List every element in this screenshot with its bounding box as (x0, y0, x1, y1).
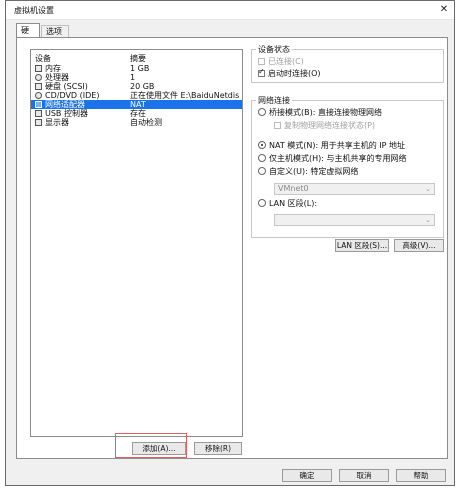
title-bar: 虚拟机设置 ✕ (6, 1, 454, 20)
vm-settings-window: 虚拟机设置 ✕ 硬件 选项 设备 摘要 内存 1 GB 处理器 1 (5, 0, 455, 486)
connected-label: 已连接(C) (268, 57, 304, 66)
device-list-header: 设备 摘要 (31, 50, 242, 64)
device-summary: 20 GB (130, 82, 155, 91)
radio-circle (258, 167, 266, 175)
device-summary: 1 GB (130, 64, 150, 73)
cancel-button[interactable]: 取消 (339, 469, 389, 482)
lan-segment-select[interactable]: ⌄ (274, 214, 435, 226)
device-row-usb[interactable]: USB 控制器 存在 (31, 109, 242, 118)
close-icon[interactable]: ✕ (438, 4, 450, 16)
hardware-panel: 设备 摘要 内存 1 GB 处理器 1 硬盘 (SCSI) 20 GB CD/D… (16, 37, 448, 459)
lan-segment-radio[interactable]: LAN 区段(L): (258, 199, 317, 209)
device-status-legend: 设备状态 (256, 44, 292, 55)
device-list[interactable]: 设备 摘要 内存 1 GB 处理器 1 硬盘 (SCSI) 20 GB CD/D… (30, 49, 243, 437)
device-name: 硬盘 (SCSI) (45, 82, 88, 91)
column-header-summary: 摘要 (130, 54, 146, 63)
device-row-processor[interactable]: 处理器 1 (31, 73, 242, 82)
tab-options[interactable]: 选项 (41, 25, 69, 37)
radio-circle (258, 154, 266, 162)
custom-network-value: VMnet0 (278, 184, 309, 193)
window-title: 虚拟机设置 (14, 6, 54, 15)
replicate-state-checkbox[interactable]: 复制物理网络连接状态(P) (274, 121, 375, 131)
device-row-display[interactable]: 显示器 自动检测 (31, 118, 242, 127)
network-adapter-icon (35, 101, 42, 108)
usb-icon (35, 110, 42, 117)
device-row-network-adapter[interactable]: 网络适配器 NAT (31, 100, 242, 109)
device-name: USB 控制器 (45, 109, 88, 118)
host-only-radio[interactable]: 仅主机模式(H): 与主机共享的专用网络 (258, 154, 407, 164)
device-name: CD/DVD (IDE) (45, 91, 100, 100)
cd-dvd-icon (35, 92, 42, 99)
device-summary: 存在 (130, 109, 146, 118)
device-name: 内存 (45, 64, 61, 73)
custom-label: 自定义(U): 特定虚拟网络 (269, 167, 359, 176)
chevron-down-icon: ⌄ (425, 216, 431, 224)
help-button[interactable]: 帮助 (396, 469, 446, 482)
device-name: 处理器 (45, 73, 69, 82)
connected-checkbox[interactable]: 已连接(C) (258, 57, 304, 67)
tab-hardware[interactable]: 硬件 (16, 23, 40, 49)
bridged-radio[interactable]: 桥接模式(B): 直接连接物理网络 (258, 108, 382, 118)
radio-circle (258, 199, 266, 207)
remove-device-button[interactable]: 移除(R) (194, 442, 242, 455)
nat-label: NAT 模式(N): 用于共享主机的 IP 地址 (269, 141, 405, 150)
hard-disk-icon (35, 83, 42, 90)
device-summary: 正在使用文件 E:\BaiduNetdiskD... (130, 91, 240, 100)
network-connection-group: 网络连接 桥接模式(B): 直接连接物理网络 复制物理网络连接状态(P) NAT… (251, 95, 444, 238)
lan-segment-label: LAN 区段(L): (269, 199, 318, 208)
memory-icon (35, 65, 42, 72)
ok-button[interactable]: 确定 (282, 469, 332, 482)
replicate-state-label: 复制物理网络连接状态(P) (284, 121, 376, 130)
highlight-box (115, 433, 187, 458)
connect-on-power-checkbox[interactable]: 启动时连接(O) (258, 67, 321, 79)
device-summary: 1 (130, 73, 136, 82)
advanced-button[interactable]: 高级(V)... (394, 239, 444, 252)
checkbox-box (258, 67, 265, 77)
device-name: 显示器 (45, 118, 69, 127)
processor-icon (35, 74, 42, 81)
device-summary: NAT (130, 100, 146, 109)
nat-radio[interactable]: NAT 模式(N): 用于共享主机的 IP 地址 (258, 141, 405, 151)
host-only-label: 仅主机模式(H): 与主机共享的专用网络 (269, 154, 407, 163)
checkbox-box (258, 58, 265, 65)
display-icon (35, 119, 42, 126)
custom-network-select[interactable]: VMnet0 ⌄ (274, 183, 435, 195)
custom-radio[interactable]: 自定义(U): 特定虚拟网络 (258, 167, 358, 177)
device-row-cd-dvd[interactable]: CD/DVD (IDE) 正在使用文件 E:\BaiduNetdiskD... (31, 91, 242, 100)
device-summary: 自动检测 (130, 118, 162, 127)
bridged-label: 桥接模式(B): 直接连接物理网络 (269, 108, 382, 117)
lan-segments-button[interactable]: LAN 区段(S)... (335, 239, 389, 252)
device-status-group: 设备状态 已连接(C) 启动时连接(O) (251, 44, 444, 83)
checkbox-box (274, 122, 281, 129)
radio-circle (258, 108, 266, 116)
column-header-device: 设备 (35, 54, 51, 63)
device-row-memory[interactable]: 内存 1 GB (31, 64, 242, 73)
radio-circle (258, 141, 266, 149)
connect-on-power-label: 启动时连接(O) (268, 69, 321, 78)
chevron-down-icon: ⌄ (425, 185, 431, 193)
device-name: 网络适配器 (45, 100, 85, 109)
device-row-hard-disk[interactable]: 硬盘 (SCSI) 20 GB (31, 82, 242, 91)
network-connection-legend: 网络连接 (256, 95, 292, 106)
